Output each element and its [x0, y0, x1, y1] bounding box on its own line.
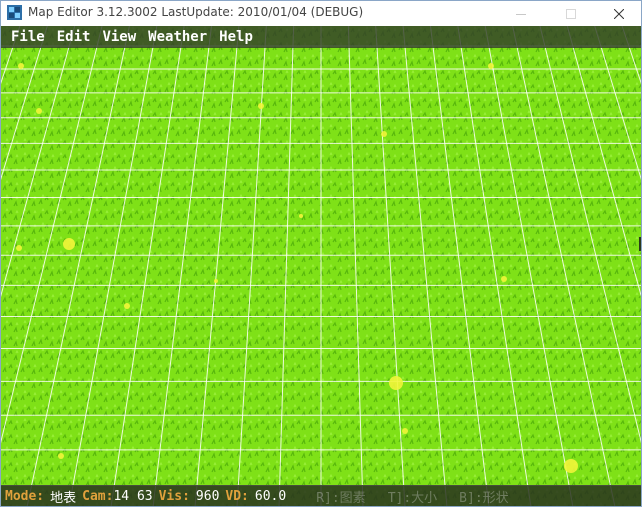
terrain-grid[interactable]	[1, 26, 641, 507]
mode-value: 地表	[50, 490, 77, 506]
flower-patch	[258, 103, 264, 109]
flower-patch	[402, 428, 408, 434]
hint-shape: B]:形状	[459, 490, 509, 506]
status-bar: Mode: 地表 Cam: 14 63 Vis: 960 VD: 60.0 R]…	[1, 485, 641, 506]
cam-value: 14 63	[113, 488, 153, 504]
map-viewport[interactable]	[1, 26, 641, 507]
minimize-icon	[516, 13, 526, 15]
close-button[interactable]	[597, 1, 641, 26]
menu-view[interactable]: View	[96, 26, 142, 48]
menu-weather[interactable]: Weather	[142, 26, 213, 48]
cam-label: Cam:	[82, 488, 114, 504]
menu-file[interactable]: File	[5, 26, 51, 48]
vd-value: 60.0	[254, 488, 287, 504]
flower-patch	[16, 245, 22, 251]
map-editor-window: Map Editor 3.12.3002 LastUpdate: 2010/01…	[0, 0, 642, 507]
maximize-icon	[566, 8, 576, 19]
flower-patch	[299, 214, 303, 218]
vis-value: 960	[195, 488, 220, 504]
flower-patch	[58, 453, 64, 459]
menu-bar: File Edit View Weather Help	[1, 26, 641, 48]
close-icon	[614, 8, 624, 19]
flower-patch	[63, 238, 75, 250]
title-bar[interactable]: Map Editor 3.12.3002 LastUpdate: 2010/01…	[1, 1, 641, 26]
flower-patch	[214, 279, 218, 283]
window-title: Map Editor 3.12.3002 LastUpdate: 2010/01…	[28, 5, 364, 19]
map-editor-app-icon	[7, 5, 22, 20]
flower-patch	[501, 276, 507, 282]
flower-patch	[389, 376, 403, 390]
flower-patch	[564, 459, 578, 473]
mode-label: Mode:	[5, 488, 45, 504]
minimize-button[interactable]	[499, 1, 543, 26]
menu-edit[interactable]: Edit	[51, 26, 97, 48]
flower-patch	[124, 303, 130, 309]
vis-label: Vis:	[158, 488, 190, 504]
hint-texture: R]:图素	[316, 490, 366, 506]
vd-label: VD:	[225, 488, 249, 504]
flower-patch	[36, 108, 42, 114]
maximize-button[interactable]	[549, 1, 593, 26]
flower-patch	[18, 63, 24, 69]
flower-patch	[488, 63, 494, 69]
flower-patch	[381, 131, 387, 137]
menu-help[interactable]: Help	[213, 26, 259, 48]
hint-size: T]:大小	[387, 490, 438, 506]
